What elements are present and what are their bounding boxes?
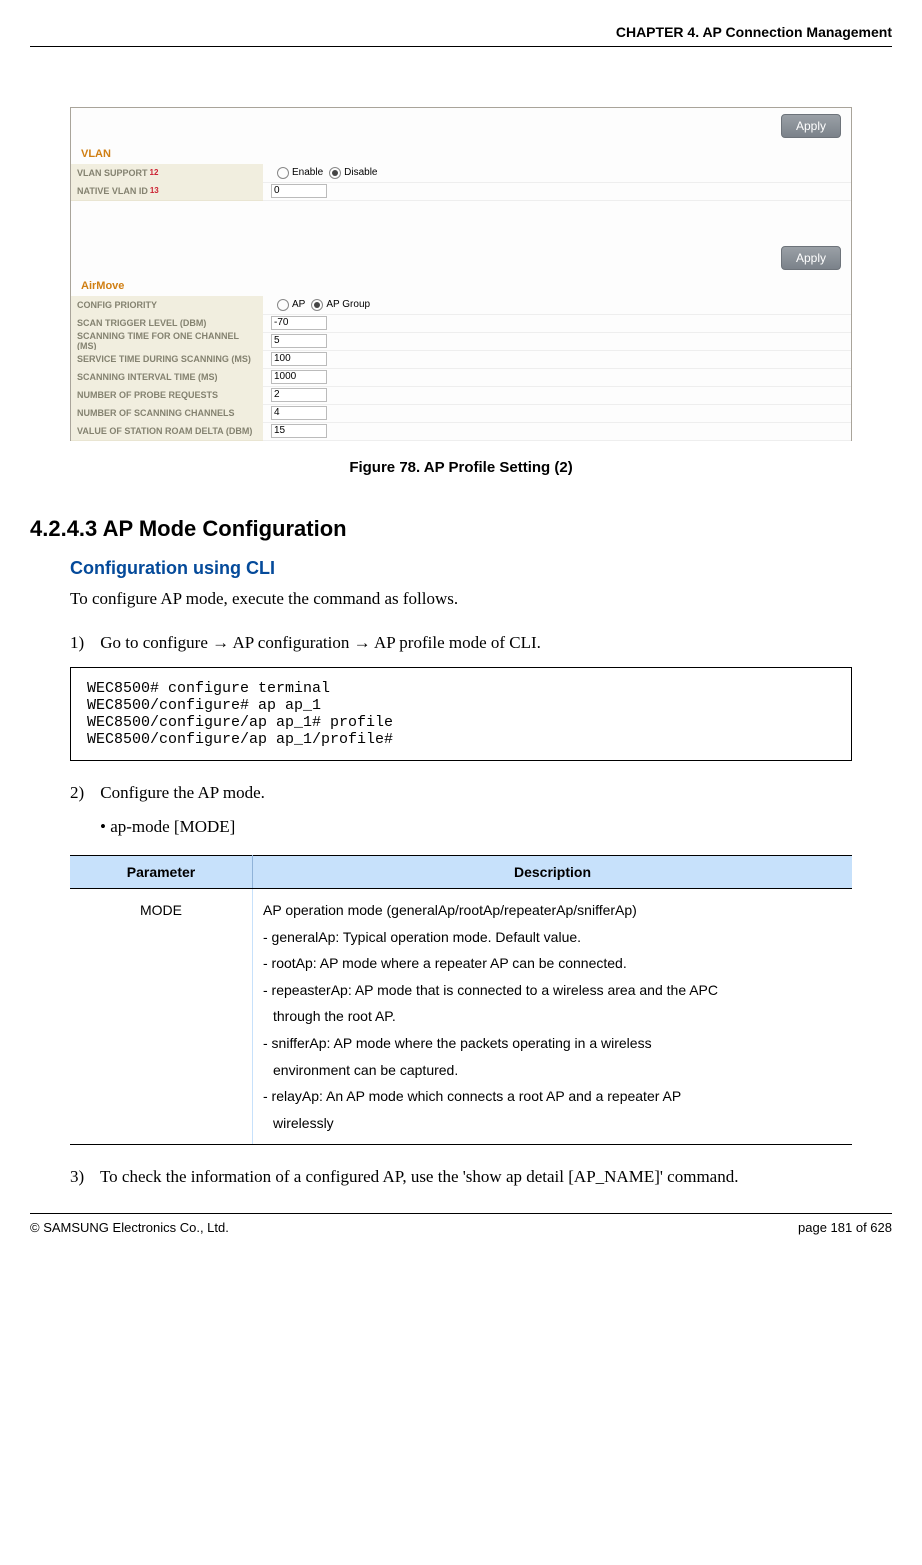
- step-2: 2) Configure the AP mode.: [70, 783, 892, 803]
- figure-ap-profile: Apply VLAN VLAN SUPPORT 12 Enable Disabl…: [70, 107, 852, 441]
- airmove-label: SCANNING TIME FOR ONE CHANNEL (MS): [71, 332, 263, 351]
- airmove-value: [263, 422, 851, 441]
- desc-l4a: - repeasterAp: AP mode that is connected…: [263, 982, 718, 998]
- desc-l5a: - snifferAp: AP mode where the packets o…: [263, 1035, 652, 1051]
- airmove-input[interactable]: [271, 370, 327, 384]
- vlan-section-title: VLAN: [71, 144, 851, 164]
- radio-apgroup-label: AP Group: [326, 299, 370, 310]
- airmove-input[interactable]: [271, 388, 327, 402]
- airmove-input[interactable]: [271, 316, 327, 330]
- airmove-section-title: AirMove: [71, 276, 851, 296]
- parameter-table: Parameter Description MODE AP operation …: [70, 855, 852, 1145]
- apply-button-top[interactable]: Apply: [781, 114, 841, 138]
- vlan-support-label: VLAN SUPPORT 12: [71, 164, 263, 183]
- chapter-header: CHAPTER 4. AP Connection Management: [30, 24, 892, 47]
- vlan-support-value: Enable Disable: [263, 164, 851, 183]
- radio-enable[interactable]: [277, 167, 289, 179]
- cli-code-block: WEC8500# configure terminal WEC8500/conf…: [70, 667, 852, 761]
- airmove-value: AP AP Group: [263, 296, 851, 315]
- enable-label: Enable: [292, 167, 323, 178]
- airmove-row: VALUE OF STATION ROAM DELTA (DBM): [71, 422, 851, 440]
- airmove-row: NUMBER OF SCANNING CHANNELS: [71, 404, 851, 422]
- airmove-label: VALUE OF STATION ROAM DELTA (DBM): [71, 422, 263, 441]
- desc-l2: - generalAp: Typical operation mode. Def…: [263, 929, 581, 945]
- native-vlan-input[interactable]: [271, 184, 327, 198]
- airmove-input[interactable]: [271, 406, 327, 420]
- airmove-label: CONFIG PRIORITY: [71, 296, 263, 315]
- section-sub-title: Configuration using CLI: [70, 558, 892, 579]
- airmove-row: SERVICE TIME DURING SCANNING (MS): [71, 350, 851, 368]
- vlan-support-label-text: VLAN SUPPORT: [77, 168, 148, 178]
- step1-text: Go to configure → AP configuration → AP …: [100, 633, 541, 652]
- airmove-label: SCANNING INTERVAL TIME (MS): [71, 368, 263, 387]
- desc-l4b: through the root AP.: [263, 1003, 842, 1030]
- desc-l5b: environment can be captured.: [263, 1057, 842, 1084]
- page-footer: © SAMSUNG Electronics Co., Ltd. page 181…: [30, 1213, 892, 1235]
- airmove-value: [263, 368, 851, 387]
- step-3: 3) To check the information of a configu…: [70, 1167, 892, 1187]
- airmove-label: NUMBER OF PROBE REQUESTS: [71, 386, 263, 405]
- th-parameter: Parameter: [70, 856, 253, 889]
- native-vlan-label: NATIVE VLAN ID 13: [71, 182, 263, 201]
- disable-label: Disable: [344, 167, 377, 178]
- step2-bullet: • ap-mode [MODE]: [100, 817, 892, 837]
- airmove-label: SERVICE TIME DURING SCANNING (MS): [71, 350, 263, 369]
- airmove-input[interactable]: [271, 352, 327, 366]
- airmove-value: [263, 350, 851, 369]
- desc-l6b: wirelessly: [263, 1110, 842, 1137]
- step2-num: 2): [70, 783, 96, 803]
- th-description: Description: [253, 856, 853, 889]
- desc-l1: AP operation mode (generalAp/rootAp/repe…: [263, 902, 637, 918]
- desc-l3: - rootAp: AP mode where a repeater AP ca…: [263, 955, 627, 971]
- radio-ap[interactable]: [277, 299, 289, 311]
- footer-copyright: © SAMSUNG Electronics Co., Ltd.: [30, 1220, 229, 1235]
- airmove-input[interactable]: [271, 334, 327, 348]
- airmove-value: [263, 386, 851, 405]
- td-mode: MODE: [70, 889, 253, 1145]
- airmove-row: SCANNING INTERVAL TIME (MS): [71, 368, 851, 386]
- native-vlan-label-text: NATIVE VLAN ID: [77, 186, 148, 196]
- desc-l6a: - relayAp: An AP mode which connects a r…: [263, 1088, 681, 1104]
- native-vlan-sup: 13: [150, 186, 159, 195]
- radio-ap-label: AP: [292, 299, 305, 310]
- radio-apgroup[interactable]: [311, 299, 323, 311]
- footer-page-number: page 181 of 628: [798, 1220, 892, 1235]
- step1-num: 1): [70, 633, 96, 653]
- step3-text: To check the information of a configured…: [100, 1167, 739, 1186]
- airmove-value: [263, 332, 851, 351]
- section-number-title: 4.2.4.3 AP Mode Configuration: [30, 516, 892, 542]
- figure-caption: Figure 78. AP Profile Setting (2): [30, 459, 892, 476]
- airmove-value: [263, 404, 851, 423]
- airmove-label: NUMBER OF SCANNING CHANNELS: [71, 404, 263, 423]
- section-intro: To configure AP mode, execute the comman…: [70, 589, 892, 609]
- step3-num: 3): [70, 1167, 96, 1187]
- vlan-support-sup: 12: [150, 168, 159, 177]
- step2-text: Configure the AP mode.: [100, 783, 265, 802]
- apply-button-mid[interactable]: Apply: [781, 246, 841, 270]
- step-1: 1) Go to configure → AP configuration → …: [70, 633, 892, 653]
- airmove-row: SCAN TRIGGER LEVEL (DBM): [71, 314, 851, 332]
- airmove-row: SCANNING TIME FOR ONE CHANNEL (MS): [71, 332, 851, 350]
- radio-disable[interactable]: [329, 167, 341, 179]
- airmove-value: [263, 314, 851, 333]
- airmove-row: NUMBER OF PROBE REQUESTS: [71, 386, 851, 404]
- airmove-input[interactable]: [271, 424, 327, 438]
- td-description: AP operation mode (generalAp/rootAp/repe…: [253, 889, 853, 1145]
- airmove-row: CONFIG PRIORITY AP AP Group: [71, 296, 851, 314]
